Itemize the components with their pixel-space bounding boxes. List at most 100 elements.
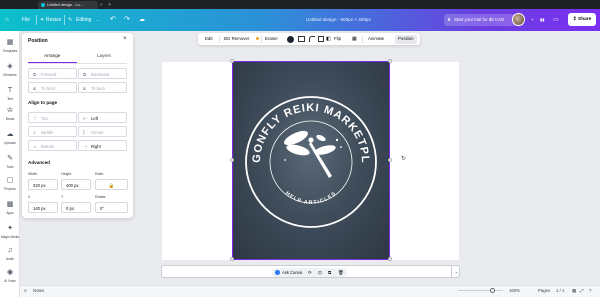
resize-handle-left[interactable] — [230, 158, 234, 162]
to-front-button[interactable]: ⧈ To front — [28, 82, 77, 93]
cloud-save-icon[interactable]: ☁ — [139, 9, 145, 31]
crop-icon[interactable] — [318, 36, 324, 42]
sidebar-item-ai-voice[interactable]: ◉ AI Voice — [0, 266, 20, 290]
new-tab-icon[interactable]: + — [108, 1, 111, 9]
flip-button[interactable]: Flip — [334, 33, 341, 45]
to-front-icon: ⧈ — [33, 86, 36, 91]
panel-title: Position — [28, 38, 48, 44]
zoom-slider-handle[interactable] — [490, 288, 495, 293]
sidebar-item-projects[interactable]: ▢ Projects — [0, 174, 20, 198]
comment-icon[interactable]: ▭ — [553, 9, 559, 31]
sidebar-item-uploads[interactable]: ☁ Uploads — [0, 128, 20, 152]
file-menu[interactable]: File — [22, 9, 30, 31]
align-right-button[interactable]: ⊣ Right — [78, 140, 127, 151]
sidebar-item-templates[interactable]: ▦ Templates — [0, 36, 20, 60]
editor-header: ⌂ File ✦ Resize ✎ Editing ⌄ ↶ ↷ ☁ Untitl… — [0, 9, 600, 31]
duplicate-icon[interactable]: ⧉ — [328, 268, 331, 278]
ask-canva-button[interactable]: Ask Canva ⟳ ⊡ ⧉ 🗑 — [272, 267, 347, 278]
align-bottom-button[interactable]: ⊥ Bottom — [28, 140, 77, 151]
redo-icon[interactable]: ↷ — [124, 9, 130, 31]
animate-button[interactable]: Animate — [368, 33, 384, 45]
transparency-icon[interactable]: ▦ — [352, 33, 357, 45]
grid-view-icon[interactable]: ▦ — [572, 285, 576, 297]
resize-handle-top-right[interactable] — [388, 59, 392, 63]
refresh-icon[interactable]: ⟳ — [308, 268, 312, 278]
eraser-button[interactable]: Eraser — [265, 33, 278, 45]
analytics-icon[interactable]: ▮▮ — [540, 9, 544, 31]
height-input[interactable]: 400 px — [61, 179, 91, 190]
browser-tab[interactable]: Untitled design - Lo... — [38, 1, 98, 9]
trash-icon[interactable]: 🗑 — [338, 268, 344, 278]
projects-icon: ▢ — [6, 177, 14, 184]
help-icon[interactable]: ? — [589, 285, 591, 297]
align-middle-button[interactable]: ≡ Middle — [28, 126, 77, 137]
rotate-input[interactable]: 0° — [95, 202, 128, 213]
canva-favicon-icon — [41, 3, 45, 7]
editing-mode-button[interactable]: Editing — [76, 9, 91, 31]
resize-handle-bottom-left[interactable] — [230, 257, 234, 261]
tab-arrange[interactable]: Arrange — [44, 53, 60, 58]
align-top-button[interactable]: ⊤ Top — [28, 112, 77, 123]
rotate-handle-icon[interactable]: ↻ — [401, 155, 406, 162]
add-user-icon[interactable]: + — [531, 9, 534, 31]
close-icon[interactable]: × — [123, 36, 127, 42]
notes-button[interactable]: Notes — [33, 285, 44, 297]
tab-close-icon[interactable]: × — [100, 1, 103, 9]
y-input[interactable]: 0 px — [61, 202, 91, 213]
align-middle-icon: ≡ — [33, 130, 36, 135]
brand-icon: ♔ — [6, 107, 14, 114]
x-label: X — [28, 195, 31, 199]
resize-handle-right[interactable] — [388, 158, 392, 162]
zoom-level[interactable]: 160% — [509, 285, 520, 297]
avatar[interactable] — [512, 13, 525, 26]
sidebar-item-tools[interactable]: ✎ Tools — [0, 152, 20, 176]
tab-layers[interactable]: Layers — [97, 53, 111, 58]
sidebar-item-elements[interactable]: ◈ Elements — [0, 60, 20, 84]
align-bottom-label: Bottom — [41, 144, 55, 149]
premium-badge-icon — [256, 37, 259, 40]
resize-handle-top-left[interactable] — [230, 59, 234, 63]
width-input[interactable]: 320 px — [28, 179, 58, 190]
backward-icon: ⧉ — [83, 72, 87, 77]
x-input[interactable]: 140 px — [28, 202, 58, 213]
sidebar-item-label: Uploads — [4, 140, 16, 145]
undo-icon[interactable]: ↶ — [110, 9, 116, 31]
fullscreen-icon[interactable]: ⤢ — [580, 285, 583, 297]
sidebar-item-apps[interactable]: ▩ Apps — [0, 198, 20, 222]
backward-button[interactable]: ⧉ Backward — [78, 68, 127, 79]
border-style-icon[interactable] — [298, 36, 305, 42]
width-label: Width — [28, 172, 38, 176]
chevron-down-icon[interactable]: ⌄ — [96, 9, 99, 31]
resize-icon: ✦ — [40, 17, 45, 23]
color-swatch[interactable] — [287, 35, 294, 43]
zoom-slider[interactable] — [458, 290, 503, 292]
browser-tab-strip: Untitled design - Lo... × + — [0, 0, 600, 9]
crown-icon: ♛ — [447, 17, 452, 22]
to-back-button[interactable]: ⧈ To back — [78, 82, 127, 93]
resize-button[interactable]: Resize — [46, 9, 61, 31]
bg-remover-button[interactable]: BG Remover — [224, 33, 249, 45]
edit-button[interactable]: Edit — [205, 33, 213, 45]
align-top-icon: ⊤ — [33, 116, 37, 121]
document-title[interactable]: Untitled design - 600px × 400px — [306, 9, 371, 31]
text-icon: T — [7, 87, 13, 94]
aspect-lock-toggle[interactable]: 🔒 — [95, 179, 128, 190]
corner-rounding-icon[interactable] — [309, 36, 315, 42]
share-button[interactable]: ⇪ Share — [568, 13, 596, 26]
sidebar-item-label: Projects — [4, 186, 16, 191]
chevron-down-icon[interactable]: ⌄ — [451, 265, 461, 278]
pages-button[interactable]: Pages — [538, 285, 550, 297]
sidebar-item-brand[interactable]: ♔ Brand — [0, 104, 20, 128]
sidebar-item-audio[interactable]: ♫ Audio — [0, 244, 20, 268]
sidebar-item-magic-media[interactable]: ✦ Magic Media — [0, 222, 20, 246]
lock-element-icon[interactable]: ⊡ — [318, 268, 322, 278]
align-center-button[interactable]: ⫿ Center — [78, 126, 127, 137]
position-button[interactable]: Position — [398, 33, 414, 45]
header-divider — [64, 15, 65, 25]
resize-handle-bottom-right[interactable] — [388, 257, 392, 261]
home-icon[interactable]: ⌂ — [5, 9, 9, 31]
forward-button[interactable]: ⧉ Forward — [28, 68, 77, 79]
align-left-button[interactable]: ⊢ Left — [78, 112, 127, 123]
chalkboard-logo-image[interactable]: DRAGONFLY REIKI MARKETPLACE HELP ARTICLE… — [229, 53, 390, 260]
align-bottom-icon: ⊥ — [33, 144, 37, 149]
